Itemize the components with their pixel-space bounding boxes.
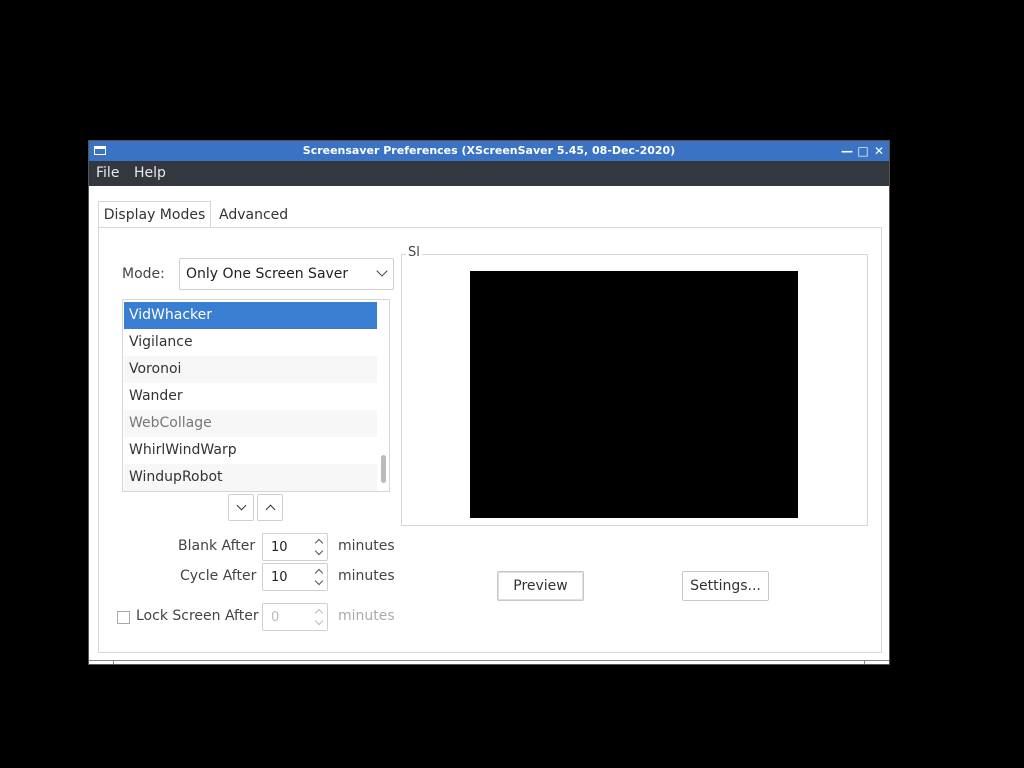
list-item[interactable]: VidWhacker (124, 302, 377, 329)
blank-after-label: Blank After (178, 538, 256, 554)
decrement-icon[interactable] (314, 546, 324, 556)
menu-help[interactable]: Help (134, 165, 166, 181)
settings-button[interactable]: Settings... (682, 571, 769, 601)
minimize-button[interactable]: — (840, 143, 854, 159)
preview-button[interactable]: Preview (497, 571, 584, 601)
chevron-down-icon (376, 265, 388, 277)
tab-display-modes[interactable]: Display Modes (98, 201, 211, 228)
cycle-after-unit: minutes (338, 568, 395, 584)
list-item[interactable]: WebCollage (124, 410, 377, 437)
preview-area (470, 271, 798, 518)
lock-screen-spinner: 0 (262, 603, 328, 631)
preview-frame: Sl (401, 245, 868, 526)
decrement-icon (314, 616, 324, 626)
lock-screen-value: 0 (271, 610, 280, 625)
tab-advanced[interactable]: Advanced (219, 201, 288, 228)
list-item[interactable]: Vigilance (124, 329, 377, 356)
preferences-window: Screensaver Preferences (XScreenSaver 5.… (88, 140, 890, 665)
cycle-after-value: 10 (271, 570, 288, 585)
list-item[interactable]: Voronoi (124, 356, 377, 383)
lock-screen-checkbox[interactable] (117, 611, 130, 624)
display-modes-panel: Mode: Only One Screen Saver VidWhacker V… (98, 227, 882, 653)
cycle-after-label: Cycle After (180, 568, 257, 584)
blank-after-value: 10 (271, 540, 288, 555)
menu-bar: File Help (89, 161, 889, 186)
move-up-button[interactable] (257, 494, 283, 521)
title-bar[interactable]: Screensaver Preferences (XScreenSaver 5.… (89, 141, 889, 161)
list-item[interactable]: WindupRobot (124, 464, 377, 491)
close-button[interactable]: ✕ (872, 143, 886, 159)
mode-label: Mode: (122, 266, 165, 282)
list-item[interactable]: WhirlWindWarp (124, 437, 377, 464)
cycle-after-spinner[interactable]: 10 (262, 563, 328, 591)
mode-dropdown[interactable]: Only One Screen Saver (179, 258, 394, 290)
decrement-icon[interactable] (314, 576, 324, 586)
maximize-button[interactable]: □ (856, 143, 870, 159)
window-title: Screensaver Preferences (XScreenSaver 5.… (302, 144, 676, 157)
mode-value: Only One Screen Saver (186, 266, 349, 282)
list-item[interactable]: Wander (124, 383, 377, 410)
list-scrollbar-thumb[interactable] (381, 455, 386, 483)
lock-screen-unit: minutes (338, 608, 395, 624)
blank-after-spinner[interactable]: 10 (262, 533, 328, 561)
bottom-edge (113, 660, 865, 664)
chevron-up-icon (265, 504, 276, 515)
preview-frame-label: Sl (406, 245, 422, 260)
lock-screen-label[interactable]: Lock Screen After (136, 608, 259, 624)
move-down-button[interactable] (228, 494, 254, 521)
chevron-down-icon (236, 500, 247, 511)
screensaver-list[interactable]: VidWhacker Vigilance Voronoi Wander WebC… (122, 299, 390, 492)
menu-file[interactable]: File (96, 165, 119, 181)
blank-after-unit: minutes (338, 538, 395, 554)
